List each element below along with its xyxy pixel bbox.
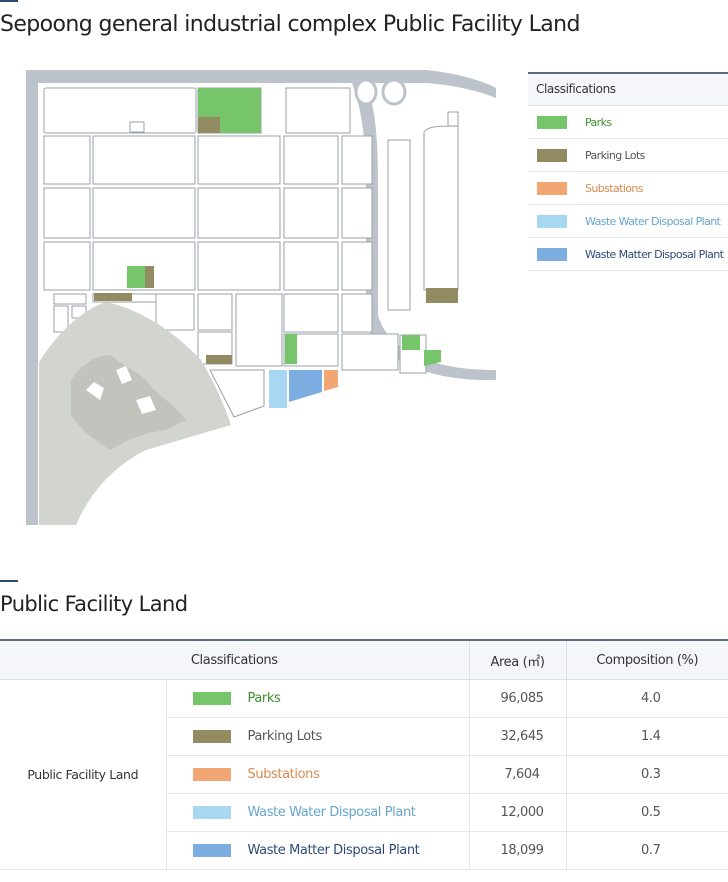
row-label: Waste Matter Disposal Plant [247,843,420,858]
row-label: Substations [247,767,320,782]
substation-parcel [324,370,338,391]
legend-label: Waste Matter Disposal Plant [585,247,724,261]
header-classifications: Classifications [0,641,470,680]
substations-swatch [192,768,231,781]
substations-swatch [537,181,567,195]
legend-label: Parking Lots [585,148,645,162]
waste-water-swatch [537,214,567,228]
group-label: Public Facility Land [0,679,166,870]
area-value: 12,000 [468,793,567,832]
waste-matter-swatch [537,247,567,261]
legend-label: Parks [585,115,612,129]
parks-parcel [424,350,441,366]
composition-value: 0.3 [565,755,728,794]
area-value: 18,099 [468,831,567,870]
legend-item-substations: Substations [528,172,728,205]
parking-lots-swatch [537,148,567,162]
area-value: 32,645 [468,717,567,756]
legend-label: Substations [585,181,644,195]
table-title: Public Facility Land [0,592,188,616]
waste-water-swatch [192,806,231,819]
map-legend: Classifications Parks Parking Lots Subst… [528,72,728,271]
parking-parcel [198,117,220,133]
parks-parcel [127,266,145,288]
composition-value: 4.0 [565,679,728,718]
area-value: 96,085 [468,679,567,718]
legend-item-parks: Parks [528,106,728,139]
map-title: Sepoong general industrial complex Publi… [0,12,580,37]
legend-item-parking-lots: Parking Lots [528,139,728,172]
parks-swatch [192,692,231,705]
title-accent-bar [0,0,18,2]
legend-header: Classifications [528,74,728,106]
table-title-accent-bar [0,580,18,582]
parking-lots-swatch [192,730,231,743]
area-value: 7,604 [468,755,567,794]
legend-item-waste-water: Waste Water Disposal Plant [528,205,728,238]
parking-parcel [426,288,458,303]
site-map [26,70,496,525]
composition-value: 1.4 [565,717,728,756]
parks-parcel [402,335,420,350]
waste-matter-parcel [289,370,322,402]
waste-water-parcel [269,370,287,408]
table-header-row: Classifications Area (㎡) Composition (%) [0,641,728,680]
interchange-loop-east [381,78,407,106]
parking-parcel [206,355,232,364]
row-label: Parking Lots [247,729,323,744]
parks-parcel [285,334,297,364]
row-label: Waste Water Disposal Plant [247,805,416,820]
table-row: Public Facility Land Parks 96,085 4.0 [0,679,728,870]
legend-label: Waste Water Disposal Plant [585,214,721,228]
header-composition: Composition (%) [565,641,728,680]
parking-parcel [145,266,154,288]
header-area: Area (㎡) [468,641,567,680]
waste-matter-swatch [192,844,231,857]
composition-value: 0.5 [565,793,728,832]
row-label: Parks [247,691,281,706]
composition-value: 0.7 [565,831,728,870]
parking-parcel [94,293,132,301]
interchange-loop-west [354,78,378,106]
legend-item-waste-matter: Waste Matter Disposal Plant [528,238,728,271]
parks-swatch [537,115,567,129]
facility-table: Classifications Area (㎡) Composition (%)… [0,639,728,870]
